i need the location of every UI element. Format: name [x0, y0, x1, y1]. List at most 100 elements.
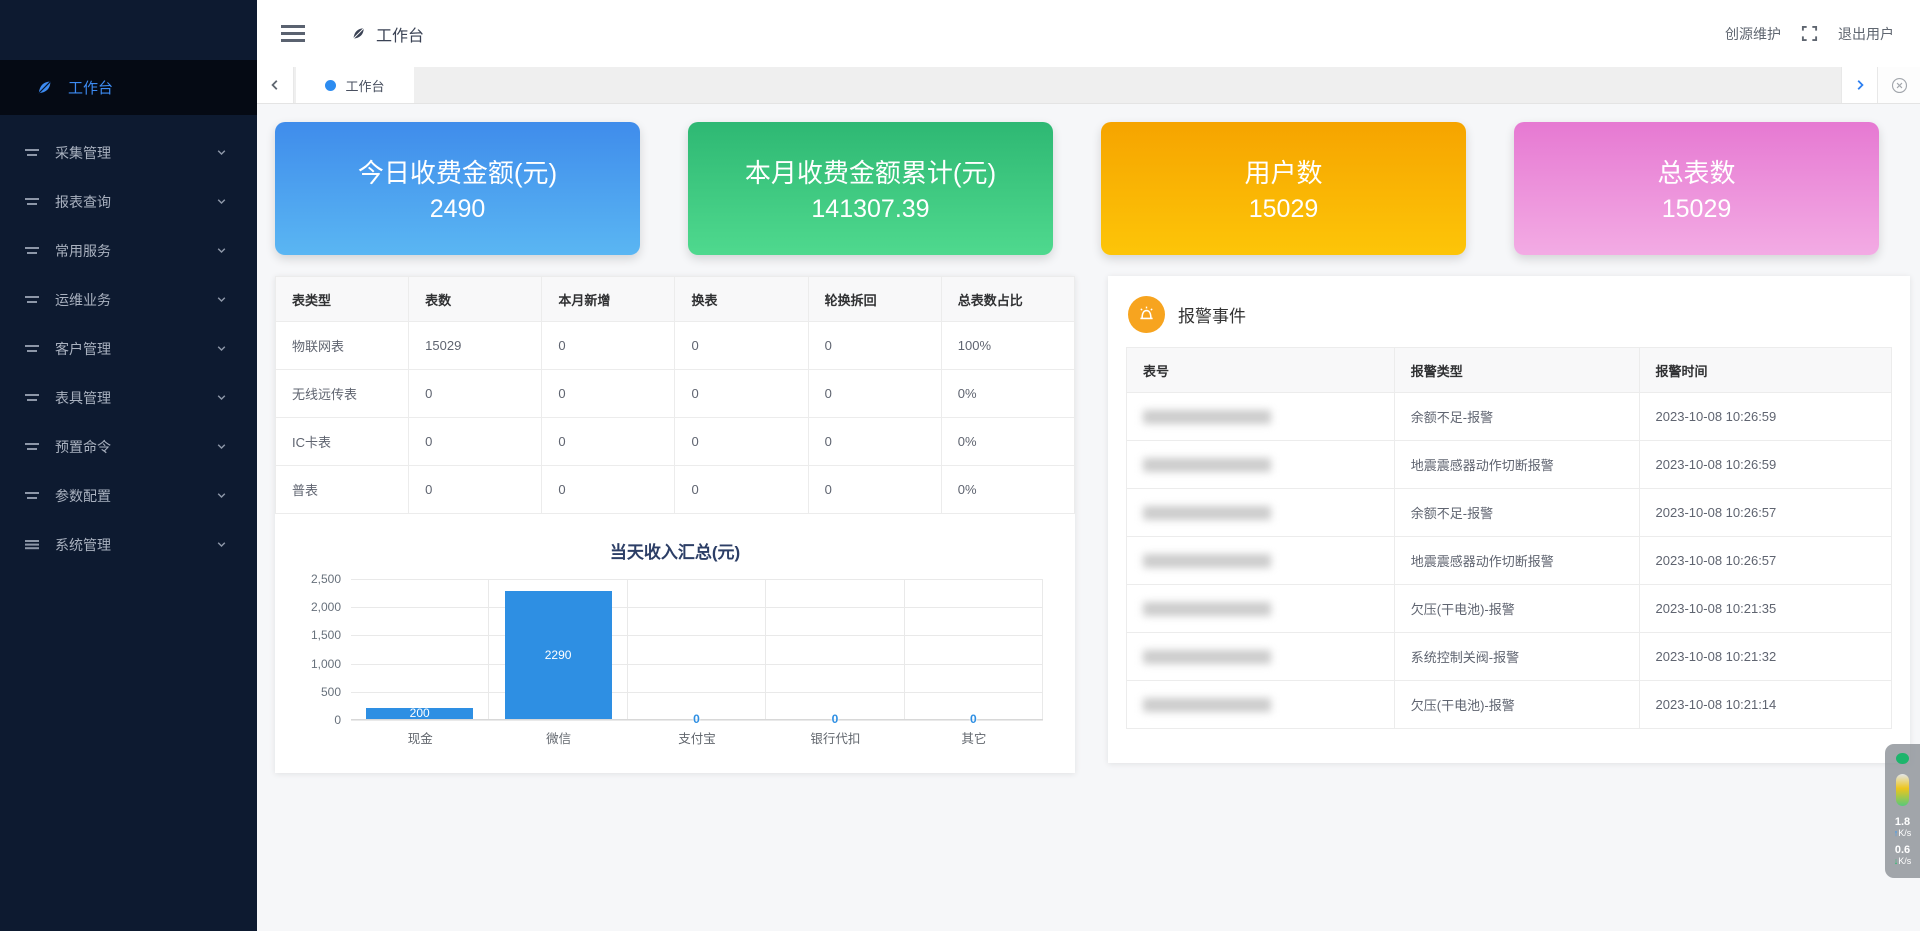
alarm-table-row: 地震震感器动作切断报警 2023-10-08 10:26:59 — [1127, 441, 1892, 489]
menu-lines-icon — [25, 196, 39, 207]
swap-cell: 0 — [675, 322, 808, 370]
alarm-type-cell: 地震震感器动作切断报警 — [1394, 537, 1639, 585]
meter-number-cell — [1127, 585, 1395, 633]
alarm-table-row: 欠压(干电池)-报警 2023-10-08 10:21:14 — [1127, 681, 1892, 729]
percent-cell: 0% — [941, 370, 1074, 418]
fullscreen-icon[interactable] — [1801, 25, 1818, 42]
close-tabs-icon[interactable] — [1878, 67, 1920, 103]
meter-number-redacted — [1143, 698, 1271, 712]
menu-lines-icon — [25, 441, 39, 452]
y-axis-tick: 500 — [285, 685, 341, 699]
alarm-table-header-cell: 报警类型 — [1394, 348, 1639, 393]
alarm-table-row: 系统控制关阀-报警 2023-10-08 10:21:32 — [1127, 633, 1892, 681]
chart-plot-area: 2002290000 — [351, 579, 1043, 720]
bar-value-label: 0 — [905, 712, 1042, 726]
chevron-down-icon — [216, 441, 227, 452]
stat-card-value: 2490 — [430, 195, 486, 224]
alarm-time-cell: 2023-10-08 10:26:57 — [1639, 489, 1891, 537]
alarm-table-row: 地震震感器动作切断报警 2023-10-08 10:26:57 — [1127, 537, 1892, 585]
alarm-time-cell: 2023-10-08 10:21:35 — [1639, 585, 1891, 633]
meter-table-header-cell: 表类型 — [276, 277, 409, 322]
stat-card[interactable]: 今日收费金额(元) 2490 — [275, 122, 640, 255]
content-area: 今日收费金额(元) 2490 本月收费金额累计(元) 141307.39 用户数… — [257, 104, 1920, 931]
sidebar-item-workbench-active[interactable]: 工作台 — [0, 60, 257, 115]
meter-table-row: 无线远传表 0 0 0 0 0% — [276, 370, 1075, 418]
sidebar-menu-item[interactable]: 表具管理 — [0, 373, 257, 422]
swap-cell: 0 — [675, 370, 808, 418]
sidebar-menu-item[interactable]: 参数配置 — [0, 471, 257, 520]
y-axis-tick: 0 — [285, 713, 341, 727]
percent-cell: 0% — [941, 418, 1074, 466]
alarm-time-cell: 2023-10-08 10:26:59 — [1639, 441, 1891, 489]
alarm-events-table: 表号报警类型报警时间 余额不足-报警 2023-10-08 10:26:59 — [1126, 347, 1892, 729]
tab-active-dot — [325, 80, 336, 91]
x-axis-label: 其它 — [905, 728, 1043, 747]
tab-workbench[interactable]: 工作台 — [296, 67, 414, 103]
stat-card-label: 总表数 — [1657, 153, 1735, 190]
alarm-time-cell: 2023-10-08 10:26:59 — [1639, 393, 1891, 441]
y-axis-tick: 2,500 — [285, 572, 341, 586]
sidebar-menu-item[interactable]: 常用服务 — [0, 226, 257, 275]
bar-value-label: 200 — [410, 707, 430, 719]
stat-card-value: 15029 — [1662, 195, 1732, 224]
tab-label: 工作台 — [345, 76, 384, 95]
stat-card[interactable]: 本月收费金额累计(元) 141307.39 — [688, 122, 1053, 255]
meter-type-cell: 普表 — [276, 466, 409, 514]
swap-cell: 0 — [675, 418, 808, 466]
sidebar-item-label: 工作台 — [68, 77, 113, 98]
meter-number-cell — [1127, 441, 1395, 489]
bar-slot: 0 — [628, 579, 766, 719]
stat-card-value: 15029 — [1249, 195, 1319, 224]
meter-type-table: 表类型表数本月新增换表轮换拆回总表数占比 物联网表 15029 0 0 0 10… — [275, 276, 1075, 514]
tab-scroll-right-button[interactable] — [1841, 67, 1878, 103]
download-speed-unit: ↓K/s — [1894, 856, 1912, 867]
meter-number-redacted — [1143, 650, 1271, 664]
tab-scroll-left-button[interactable] — [257, 67, 294, 103]
meter-table-row: IC卡表 0 0 0 0 0% — [276, 418, 1075, 466]
upload-speed-value: 1.8 — [1895, 816, 1910, 828]
sidebar-menu-item[interactable]: 系统管理 — [0, 520, 257, 569]
alarm-events-panel: 报警事件 表号报警类型报警时间 余额不足-报警 — [1108, 276, 1910, 763]
y-axis-tick: 1,500 — [285, 628, 341, 642]
meter-table-row: 物联网表 15029 0 0 0 100% — [276, 322, 1075, 370]
sidebar-item-label: 预置命令 — [55, 437, 216, 457]
meter-number-cell — [1127, 537, 1395, 585]
meter-count-cell: 0 — [409, 418, 542, 466]
stat-card[interactable]: 总表数 15029 — [1514, 122, 1879, 255]
sidebar-menu-item[interactable]: 预置命令 — [0, 422, 257, 471]
maintainer-link[interactable]: 创源维护 — [1725, 24, 1781, 44]
logout-button[interactable]: 退出用户 — [1838, 24, 1894, 44]
meter-number-redacted — [1143, 410, 1271, 424]
chevron-down-icon — [216, 539, 227, 550]
sidebar-menu-item[interactable]: 采集管理 — [0, 128, 257, 177]
menu-lines-icon — [25, 539, 39, 550]
network-speed-widget[interactable]: 1.8 ↑K/s 0.6 ↓K/s — [1885, 744, 1920, 878]
chevron-down-icon — [216, 294, 227, 305]
alarm-type-cell: 余额不足-报警 — [1394, 393, 1639, 441]
tab-bar: 工作台 — [257, 67, 1920, 104]
sidebar-menu-item[interactable]: 客户管理 — [0, 324, 257, 373]
meter-number-redacted — [1143, 554, 1271, 568]
alarm-table-header-cell: 表号 — [1127, 348, 1395, 393]
meter-summary-panel: 表类型表数本月新增换表轮换拆回总表数占比 物联网表 15029 0 0 0 10… — [275, 276, 1075, 773]
hamburger-menu-icon[interactable] — [281, 25, 305, 42]
bar-slot: 0 — [766, 579, 904, 719]
meter-count-cell: 0 — [409, 370, 542, 418]
alarm-table-row: 余额不足-报警 2023-10-08 10:26:57 — [1127, 489, 1892, 537]
chevron-down-icon — [216, 245, 227, 256]
sidebar: 工作台 采集管理 报表查询 常用服务 — [0, 0, 257, 931]
alarm-siren-icon — [1128, 296, 1165, 333]
meter-number-cell — [1127, 393, 1395, 441]
chevron-down-icon — [216, 490, 227, 501]
x-axis-label: 微信 — [489, 728, 627, 747]
stat-card-label: 今日收费金额(元) — [358, 153, 557, 190]
sidebar-menu-item[interactable]: 报表查询 — [0, 177, 257, 226]
stat-card[interactable]: 用户数 15029 — [1101, 122, 1466, 255]
month-new-cell: 0 — [542, 322, 675, 370]
sidebar-item-label: 常用服务 — [55, 241, 216, 261]
sidebar-item-label: 报表查询 — [55, 192, 216, 212]
sidebar-menu-item[interactable]: 运维业务 — [0, 275, 257, 324]
alarm-time-cell: 2023-10-08 10:21:32 — [1639, 633, 1891, 681]
menu-lines-icon — [25, 294, 39, 305]
meter-number-redacted — [1143, 602, 1271, 616]
